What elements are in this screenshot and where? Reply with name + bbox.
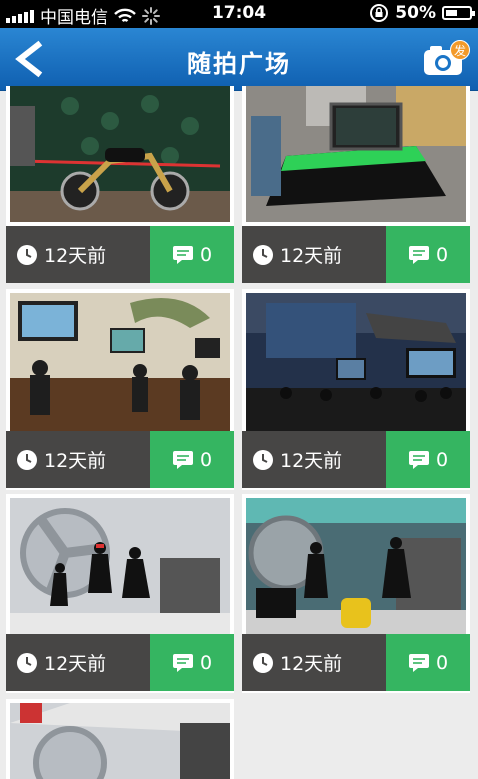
photo-card[interactable]: 12天前 0: [242, 86, 470, 283]
comment-icon: [172, 653, 193, 672]
post-time-label: 12天前: [280, 245, 343, 267]
post-time: 12天前: [242, 431, 386, 488]
comment-icon: [172, 450, 193, 469]
clock-icon: [17, 449, 37, 470]
photo-card[interactable]: 12天前 0: [6, 86, 234, 283]
comment-count-label: 0: [435, 651, 449, 674]
post-time-label: 12天前: [44, 653, 107, 675]
comment-count[interactable]: 0: [150, 634, 234, 691]
photo-card[interactable]: 12天前 0: [6, 289, 234, 490]
battery-icon: [442, 6, 475, 20]
post-photo[interactable]: [10, 293, 230, 431]
comment-icon: [172, 245, 193, 264]
comment-count-label: 0: [435, 243, 449, 266]
battery-fill: [446, 10, 457, 16]
photo-card[interactable]: 12天前 0: [242, 289, 470, 490]
rotation-lock-icon: [370, 4, 389, 22]
post-photo[interactable]: [10, 86, 230, 222]
post-photo[interactable]: [246, 86, 466, 222]
photo-card[interactable]: 12天前 0: [6, 494, 234, 693]
post-time-label: 12天前: [44, 450, 107, 472]
comment-count[interactable]: 0: [386, 634, 470, 691]
post-photo[interactable]: [10, 498, 230, 634]
page-title: 随拍广场: [187, 50, 291, 78]
comment-count-label: 0: [199, 651, 213, 674]
post-time: 12天前: [242, 634, 386, 691]
post-time: 12天前: [6, 226, 150, 283]
clock-icon: [253, 244, 273, 265]
status-bar: 中国电信 17:04 50%: [0, 0, 478, 28]
post-time-label: 12天前: [280, 450, 343, 472]
clock-icon: [253, 652, 273, 673]
post-meta: 12天前 0: [242, 634, 470, 691]
comment-count[interactable]: 0: [386, 431, 470, 488]
clock-icon: [253, 449, 273, 470]
comment-count[interactable]: 0: [150, 431, 234, 488]
comment-count-label: 0: [199, 448, 213, 471]
post-meta: 12天前 0: [242, 431, 470, 488]
post-time-label: 12天前: [280, 653, 343, 675]
camera-badge: 发: [450, 40, 470, 60]
comment-icon: [408, 450, 429, 469]
post-time: 12天前: [6, 431, 150, 488]
nav-bar: 随拍广场 发: [0, 28, 478, 91]
post-meta: 12天前 0: [6, 431, 234, 488]
comment-icon: [408, 653, 429, 672]
post-photo[interactable]: [246, 498, 466, 634]
post-meta: 12天前 0: [242, 226, 470, 283]
comment-count-label: 0: [435, 448, 449, 471]
post-meta: 12天前 0: [6, 226, 234, 283]
clock-icon: [17, 244, 37, 265]
post-time: 12天前: [6, 634, 150, 691]
photo-card[interactable]: 12天前 0: [242, 494, 470, 693]
comment-count[interactable]: 0: [386, 226, 470, 283]
clock-icon: [17, 652, 37, 673]
post-meta: 12天前 0: [6, 634, 234, 691]
comment-count[interactable]: 0: [150, 226, 234, 283]
post-time-label: 12天前: [44, 245, 107, 267]
comment-count-label: 0: [199, 243, 213, 266]
comment-icon: [408, 245, 429, 264]
battery-percent: 50%: [395, 3, 436, 23]
post-photo[interactable]: [246, 293, 466, 431]
status-right: 50%: [369, 3, 475, 23]
photo-card[interactable]: [6, 699, 234, 779]
post-time: 12天前: [242, 226, 386, 283]
post-photo[interactable]: [10, 703, 230, 779]
